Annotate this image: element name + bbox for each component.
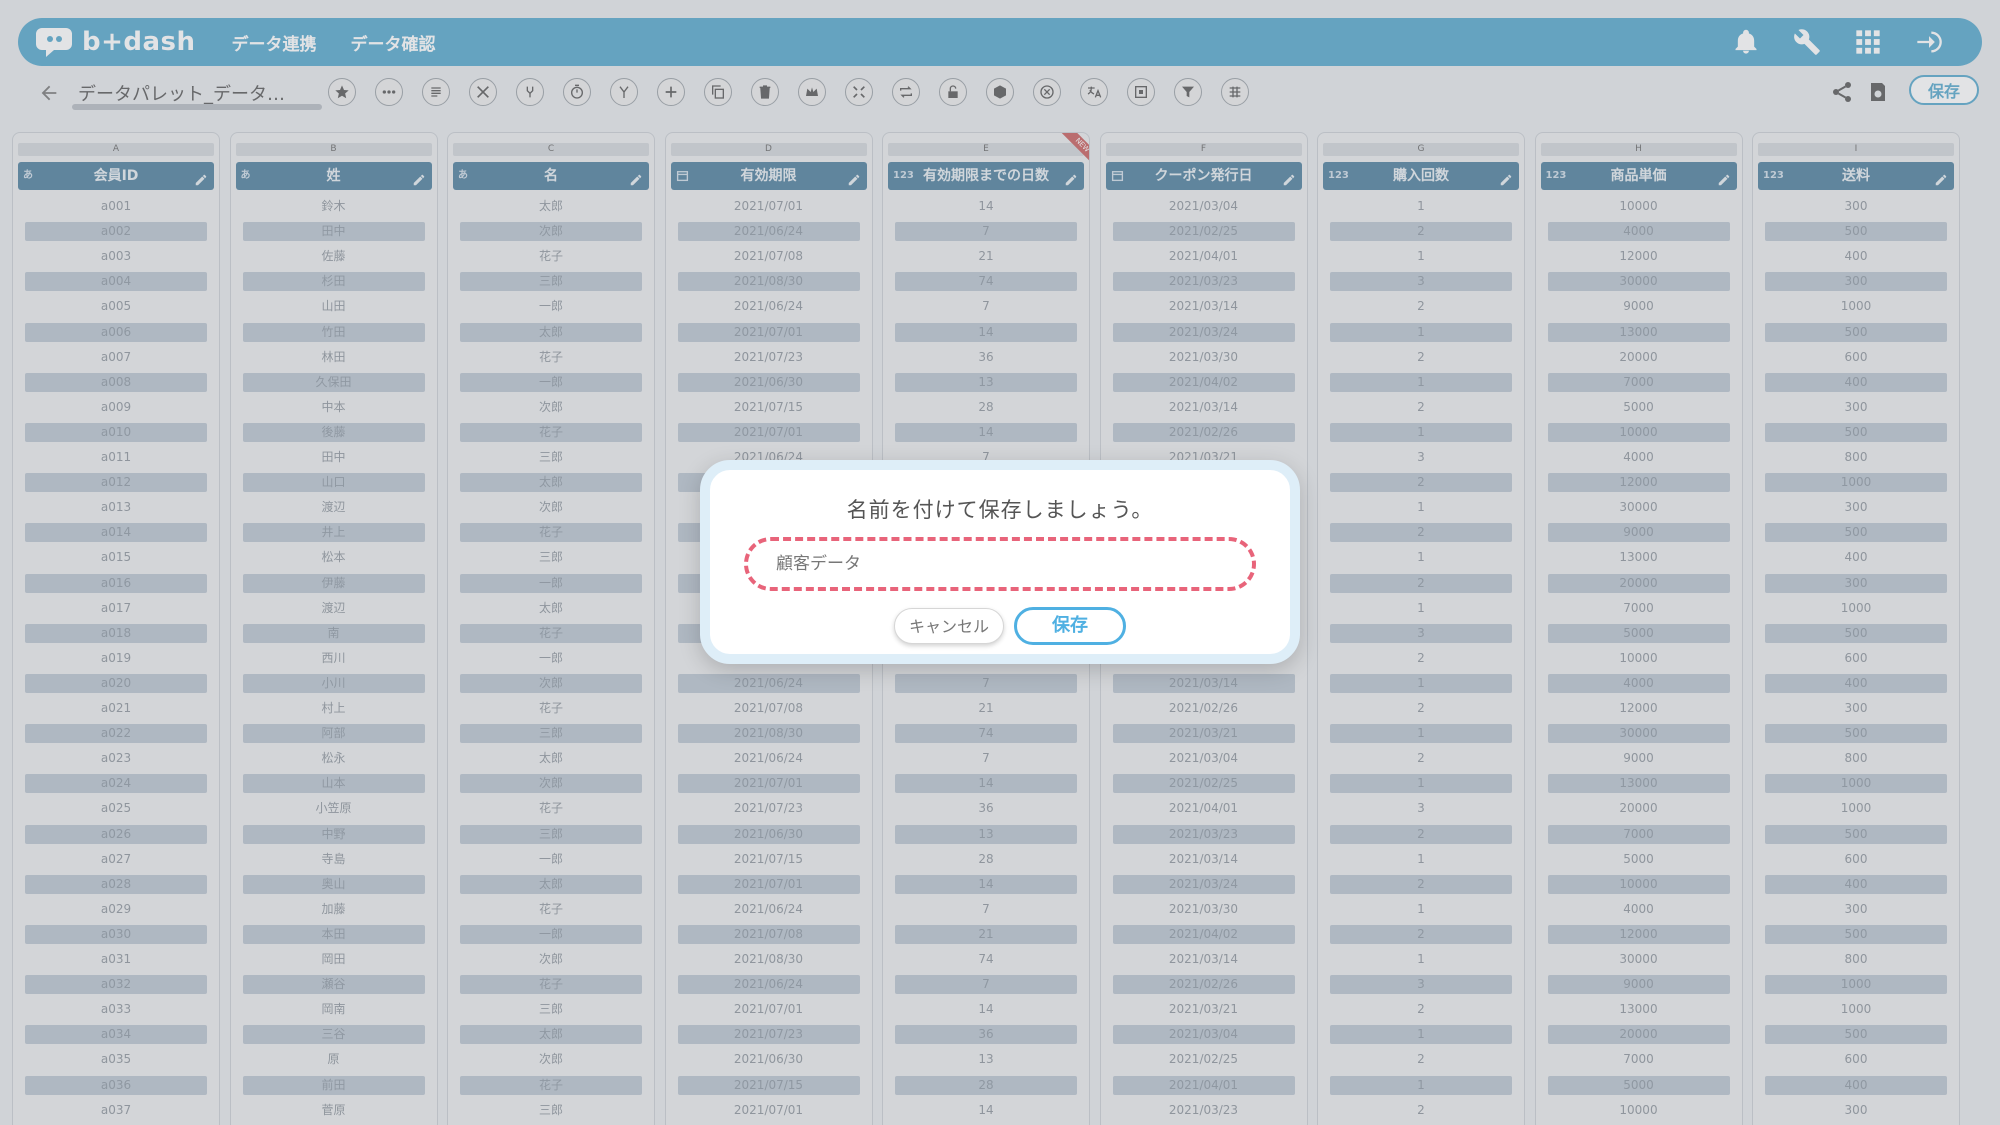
save-dialog: 名前を付けて保存しましょう。 顧客データ キャンセル 保存: [700, 460, 1300, 664]
dialog-save-button[interactable]: 保存: [1014, 607, 1126, 645]
app-root: b+dash データ連携 データ確認 データパレット_データ… 保存 A あ 会…: [0, 0, 2000, 1125]
dialog-title: 名前を付けて保存しましょう。: [846, 498, 1154, 522]
dialog-name-input[interactable]: 顧客データ: [744, 537, 1256, 591]
dialog-cancel-button[interactable]: キャンセル: [894, 608, 1004, 644]
